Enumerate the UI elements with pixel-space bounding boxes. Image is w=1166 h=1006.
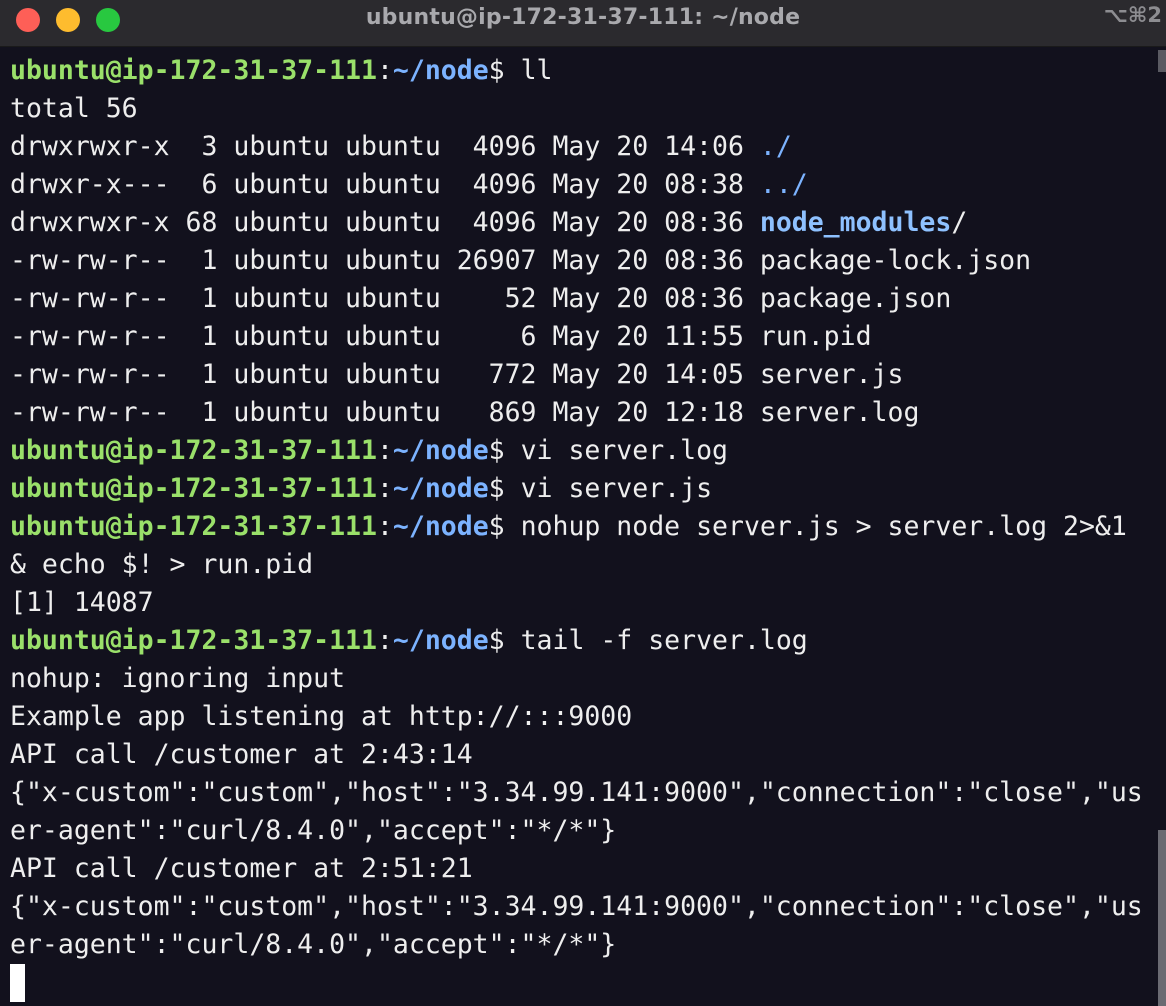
- prompt-path: ~/node: [392, 625, 489, 656]
- output-text: nohup: ignoring input: [10, 663, 346, 694]
- command-text: vi server.js: [520, 473, 713, 504]
- file-attributes: -rw-rw-r-- 1 ubuntu ubuntu 26907 May 20 …: [10, 245, 760, 276]
- output-text: {"x-custom":"custom","host":"3.34.99.141…: [10, 891, 1143, 922]
- file-attributes: drwxr-x--- 6 ubuntu ubuntu 4096 May 20 0…: [10, 169, 760, 200]
- listing-row: drwxrwxr-x 68 ubuntu ubuntu 4096 May 20 …: [10, 204, 1160, 242]
- command-text: nohup node server.js > server.log 2>&1: [520, 511, 1127, 542]
- prompt-symbol: $: [488, 435, 521, 466]
- output-text: {"x-custom":"custom","host":"3.34.99.141…: [10, 777, 1143, 808]
- listing-row: -rw-rw-r-- 1 ubuntu ubuntu 6 May 20 11:5…: [10, 318, 1160, 356]
- output-line: er-agent":"curl/8.4.0","accept":"*/*"}: [10, 926, 1160, 964]
- file-attributes: -rw-rw-r-- 1 ubuntu ubuntu 869 May 20 12…: [10, 397, 760, 428]
- file-attributes: -rw-rw-r-- 1 ubuntu ubuntu 772 May 20 14…: [10, 359, 760, 390]
- window-title: ubuntu@ip-172-31-37-111: ~/node: [365, 5, 801, 30]
- output-text: Example app listening at http://:::9000: [10, 701, 633, 732]
- scrollbar-top-indicator[interactable]: [1158, 50, 1166, 72]
- output-text: er-agent":"curl/8.4.0","accept":"*/*"}: [10, 815, 617, 846]
- file-attributes: -rw-rw-r-- 1 ubuntu ubuntu 6 May 20 11:5…: [10, 321, 760, 352]
- file-attributes: drwxrwxr-x 3 ubuntu ubuntu 4096 May 20 1…: [10, 131, 760, 162]
- text-cursor: [10, 964, 25, 1002]
- file-name: server.js: [759, 359, 904, 390]
- prompt-line: ubuntu@ip-172-31-37-111:~/node$ ll: [10, 52, 1160, 90]
- prompt-user-host: ubuntu@ip-172-31-37-111: [10, 55, 377, 86]
- command-text: ll: [520, 55, 553, 86]
- file-name: package.json: [759, 283, 952, 314]
- prompt-colon: :: [376, 435, 393, 466]
- output-line: {"x-custom":"custom","host":"3.34.99.141…: [10, 774, 1160, 812]
- output-line: nohup: ignoring input: [10, 660, 1160, 698]
- output-line: [1] 14087: [10, 584, 1160, 622]
- listing-row: drwxr-x--- 6 ubuntu ubuntu 4096 May 20 0…: [10, 166, 1160, 204]
- cursor-line: [10, 964, 1160, 1002]
- output-text: [1] 14087: [10, 587, 154, 618]
- prompt-symbol: $: [488, 625, 521, 656]
- prompt-user-host: ubuntu@ip-172-31-37-111: [10, 435, 377, 466]
- output-line: er-agent":"curl/8.4.0","accept":"*/*"}: [10, 812, 1160, 850]
- output-text: er-agent":"curl/8.4.0","accept":"*/*"}: [10, 929, 617, 960]
- title-bar[interactable]: ubuntu@ip-172-31-37-111: ~/node ⌥⌘2: [0, 0, 1166, 47]
- file-attributes: drwxrwxr-x 68 ubuntu ubuntu 4096 May 20 …: [10, 207, 760, 238]
- file-name: package-lock.json: [759, 245, 1032, 276]
- prompt-path: ~/node: [392, 473, 489, 504]
- prompt-line: ubuntu@ip-172-31-37-111:~/node$ tail -f …: [10, 622, 1160, 660]
- file-name: ./: [759, 131, 792, 162]
- command-text: tail -f server.log: [520, 625, 808, 656]
- prompt-colon: :: [376, 473, 393, 504]
- listing-row: -rw-rw-r-- 1 ubuntu ubuntu 52 May 20 08:…: [10, 280, 1160, 318]
- prompt-user-host: ubuntu@ip-172-31-37-111: [10, 511, 377, 542]
- output-line: API call /customer at 2:51:21: [10, 850, 1160, 888]
- prompt-line: ubuntu@ip-172-31-37-111:~/node$ vi serve…: [10, 470, 1160, 508]
- output-text: API call /customer at 2:51:21: [10, 853, 473, 884]
- file-name: ../: [759, 169, 808, 200]
- scrollbar-thumb[interactable]: [1158, 830, 1166, 1006]
- listing-row: drwxrwxr-x 3 ubuntu ubuntu 4096 May 20 1…: [10, 128, 1160, 166]
- output-line: total 56: [10, 90, 1160, 128]
- output-line: Example app listening at http://:::9000: [10, 698, 1160, 736]
- prompt-colon: :: [376, 625, 393, 656]
- output-text: total 56: [10, 93, 138, 124]
- output-line: {"x-custom":"custom","host":"3.34.99.141…: [10, 888, 1160, 926]
- terminal-window: ubuntu@ip-172-31-37-111: ~/node ⌥⌘2 ubun…: [0, 0, 1166, 1006]
- command-text: vi server.log: [520, 435, 728, 466]
- prompt-path: ~/node: [392, 435, 489, 466]
- prompt-symbol: $: [488, 511, 521, 542]
- prompt-colon: :: [376, 55, 393, 86]
- output-line: API call /customer at 2:43:14: [10, 736, 1160, 774]
- file-attributes: -rw-rw-r-- 1 ubuntu ubuntu 52 May 20 08:…: [10, 283, 760, 314]
- output-text: & echo $! > run.pid: [10, 549, 314, 580]
- listing-row: -rw-rw-r-- 1 ubuntu ubuntu 26907 May 20 …: [10, 242, 1160, 280]
- listing-row: -rw-rw-r-- 1 ubuntu ubuntu 772 May 20 14…: [10, 356, 1160, 394]
- prompt-user-host: ubuntu@ip-172-31-37-111: [10, 625, 377, 656]
- prompt-symbol: $: [488, 55, 521, 86]
- file-suffix: /: [951, 207, 968, 238]
- prompt-user-host: ubuntu@ip-172-31-37-111: [10, 473, 377, 504]
- prompt-colon: :: [376, 511, 393, 542]
- prompt-path: ~/node: [392, 55, 489, 86]
- file-name: node_modules: [759, 207, 952, 238]
- file-name: run.pid: [759, 321, 872, 352]
- output-text: API call /customer at 2:43:14: [10, 739, 473, 770]
- prompt-path: ~/node: [392, 511, 489, 542]
- output-line: & echo $! > run.pid: [10, 546, 1160, 584]
- terminal-output[interactable]: ubuntu@ip-172-31-37-111:~/node$ ll total …: [10, 52, 1160, 1002]
- file-name: server.log: [759, 397, 920, 428]
- prompt-symbol: $: [488, 473, 521, 504]
- prompt-line: ubuntu@ip-172-31-37-111:~/node$ nohup no…: [10, 508, 1160, 546]
- window-shortcut-label: ⌥⌘2: [1103, 3, 1162, 27]
- listing-row: -rw-rw-r-- 1 ubuntu ubuntu 869 May 20 12…: [10, 394, 1160, 432]
- prompt-line: ubuntu@ip-172-31-37-111:~/node$ vi serve…: [10, 432, 1160, 470]
